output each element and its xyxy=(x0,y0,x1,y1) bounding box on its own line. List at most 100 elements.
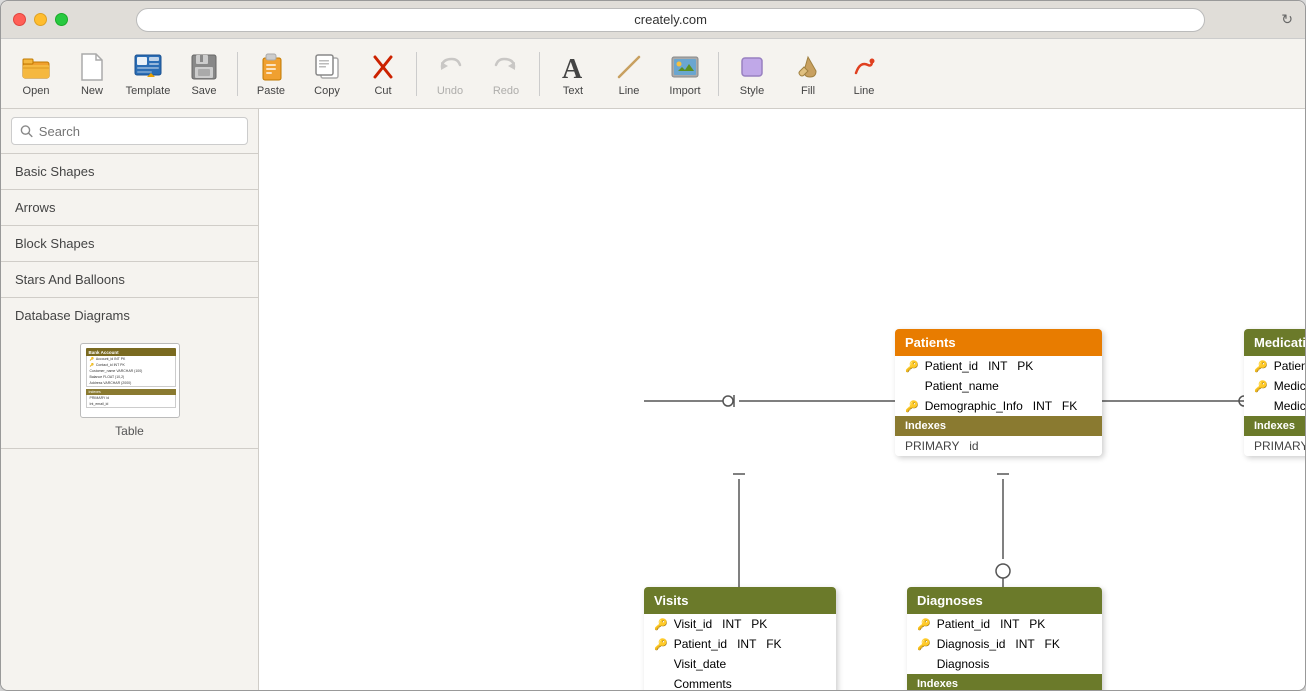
sidebar-item-basic-shapes[interactable]: Basic Shapes xyxy=(1,154,258,190)
canvas[interactable]: Patients 🔑 Patient_id INT PK 🔑 Patient_n… xyxy=(259,109,1305,690)
new-button[interactable]: New xyxy=(65,43,119,105)
template-thumbnail[interactable]: Bank Account 🔑 Account_id INT PK 🔑 Conta… xyxy=(80,343,180,418)
medication-index-header: Indexes xyxy=(1244,416,1305,436)
visits-header: Visits xyxy=(644,587,836,614)
med-key-1: 🔑 xyxy=(1254,360,1268,373)
patients-row-3: 🔑 Demographic_Info INT FK xyxy=(895,396,1102,416)
table-medication[interactable]: Medication 🔑 Patient_id INT PK 🔑 Medicat… xyxy=(1244,329,1305,456)
cut-button[interactable]: Cut xyxy=(356,43,410,105)
diagnoses-row-1: 🔑 Patient_id INT PK xyxy=(907,614,1102,634)
table-diagnoses[interactable]: Diagnoses 🔑 Patient_id INT PK 🔑 Diagnosi… xyxy=(907,587,1102,690)
paste-button[interactable]: Paste xyxy=(244,43,298,105)
text-label: Text xyxy=(563,85,583,97)
app-window: creately.com ↻ Open xyxy=(0,0,1306,691)
search-icon xyxy=(20,124,33,138)
patients-index-header: Indexes xyxy=(895,416,1102,436)
open-icon xyxy=(20,51,52,83)
patients-row-1: 🔑 Patient_id INT PK xyxy=(895,356,1102,376)
line2-button[interactable]: Line xyxy=(837,43,891,105)
visits-row-2: 🔑 Patient_id INT FK xyxy=(644,634,836,654)
copy-label: Copy xyxy=(314,85,340,97)
search-input[interactable] xyxy=(39,124,239,139)
sep3 xyxy=(539,52,540,96)
template-label: Table xyxy=(115,424,144,438)
cut-label: Cut xyxy=(374,85,391,97)
import-label: Import xyxy=(669,85,700,97)
diag-key-2: 🔑 xyxy=(917,638,931,651)
main-area: Basic Shapes Arrows Block Shapes Stars A… xyxy=(1,109,1305,690)
patients-header: Patients xyxy=(895,329,1102,356)
fill-icon xyxy=(792,51,824,83)
medication-header: Medication xyxy=(1244,329,1305,356)
sidebar-item-block-shapes[interactable]: Block Shapes xyxy=(1,226,258,262)
refresh-button[interactable]: ↻ xyxy=(1281,11,1293,28)
maximize-button[interactable] xyxy=(55,13,68,26)
save-label: Save xyxy=(191,85,216,97)
diagnoses-header: Diagnoses xyxy=(907,587,1102,614)
fill-label: Fill xyxy=(801,85,815,97)
diagnoses-index-header: Indexes xyxy=(907,674,1102,690)
new-doc-icon xyxy=(76,51,108,83)
patients-index-row: PRIMARY id xyxy=(895,436,1102,456)
table-patients[interactable]: Patients 🔑 Patient_id INT PK 🔑 Patient_n… xyxy=(895,329,1102,456)
sidebar: Basic Shapes Arrows Block Shapes Stars A… xyxy=(1,109,259,690)
style-button[interactable]: Style xyxy=(725,43,779,105)
redo-button[interactable]: Redo xyxy=(479,43,533,105)
basic-shapes-label[interactable]: Basic Shapes xyxy=(1,154,258,189)
template-label: Template xyxy=(126,85,171,97)
visits-body: 🔑 Visit_id INT PK 🔑 Patient_id INT FK 🔑 … xyxy=(644,614,836,690)
sidebar-search-area xyxy=(1,109,258,154)
fill-button[interactable]: Fill xyxy=(781,43,835,105)
text-icon: A xyxy=(557,51,589,83)
redo-icon xyxy=(490,51,522,83)
toolbar: Open New xyxy=(1,39,1305,109)
block-shapes-label[interactable]: Block Shapes xyxy=(1,226,258,261)
sidebar-item-arrows[interactable]: Arrows xyxy=(1,190,258,226)
template-button[interactable]: Template xyxy=(121,43,175,105)
visits-row-4: 🔑 Comments xyxy=(644,674,836,690)
diagnoses-row-3: 🔑 Diagnosis xyxy=(907,654,1102,674)
url-bar[interactable]: creately.com xyxy=(136,8,1205,32)
new-label: New xyxy=(81,85,103,97)
sidebar-item-database-diagrams[interactable]: Database Diagrams Bank Account 🔑 Account… xyxy=(1,298,258,449)
line2-icon xyxy=(848,51,880,83)
medication-body: 🔑 Patient_id INT PK 🔑 Medication_id INT … xyxy=(1244,356,1305,416)
titlebar: creately.com ↻ xyxy=(1,1,1305,39)
database-diagrams-label[interactable]: Database Diagrams xyxy=(1,298,258,333)
line-button[interactable]: Line xyxy=(602,43,656,105)
url-text: creately.com xyxy=(634,12,707,27)
sep4 xyxy=(718,52,719,96)
close-button[interactable] xyxy=(13,13,26,26)
line-label: Line xyxy=(619,85,640,97)
style-label: Style xyxy=(740,85,764,97)
save-button[interactable]: Save xyxy=(177,43,231,105)
medication-row-2: 🔑 Medication_id INT FK xyxy=(1244,376,1305,396)
sep2 xyxy=(416,52,417,96)
text-button[interactable]: A Text xyxy=(546,43,600,105)
open-button[interactable]: Open xyxy=(9,43,63,105)
visits-row-3: 🔑 Visit_date xyxy=(644,654,836,674)
arrows-label[interactable]: Arrows xyxy=(1,190,258,225)
redo-label: Redo xyxy=(493,85,519,97)
medication-row-1: 🔑 Patient_id INT PK xyxy=(1244,356,1305,376)
style-icon xyxy=(736,51,768,83)
minimize-button[interactable] xyxy=(34,13,47,26)
cut-icon xyxy=(367,51,399,83)
paste-icon xyxy=(255,51,287,83)
vis-key-2: 🔑 xyxy=(654,638,668,651)
undo-button[interactable]: Undo xyxy=(423,43,477,105)
undo-icon xyxy=(434,51,466,83)
table-visits[interactable]: Visits 🔑 Visit_id INT PK 🔑 Patient_id IN… xyxy=(644,587,836,690)
diagnoses-body: 🔑 Patient_id INT PK 🔑 Diagnosis_id INT F… xyxy=(907,614,1102,674)
copy-button[interactable]: Copy xyxy=(300,43,354,105)
sidebar-item-stars-balloons[interactable]: Stars And Balloons xyxy=(1,262,258,298)
open-label: Open xyxy=(23,85,50,97)
key-icon-1: 🔑 xyxy=(905,360,919,373)
stars-balloons-label[interactable]: Stars And Balloons xyxy=(1,262,258,297)
patients-body: 🔑 Patient_id INT PK 🔑 Patient_name 🔑 Dem… xyxy=(895,356,1102,416)
save-icon xyxy=(188,51,220,83)
line2-label: Line xyxy=(854,85,875,97)
import-button[interactable]: Import xyxy=(658,43,712,105)
search-box[interactable] xyxy=(11,117,248,145)
template-preview-area: Bank Account 🔑 Account_id INT PK 🔑 Conta… xyxy=(1,333,258,448)
